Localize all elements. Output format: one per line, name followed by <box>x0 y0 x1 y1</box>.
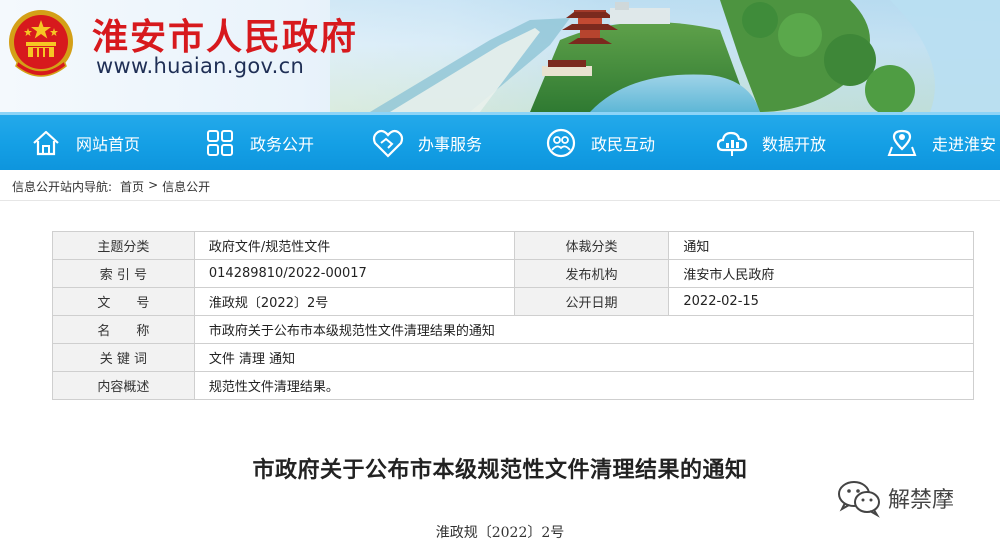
nav-item-label: 走进淮安 <box>932 134 997 154</box>
value-summary: 规范性文件清理结果。 <box>193 371 975 400</box>
breadcrumb-prefix: 信息公开站内导航: <box>12 180 113 194</box>
nav-item-label: 政民互动 <box>591 134 656 154</box>
wechat-watermark: 解禁摩 <box>836 478 954 518</box>
nav-item-label: 网站首页 <box>76 134 141 154</box>
breadcrumb-link-home[interactable]: 首页 <box>120 178 144 195</box>
table-row: 文 号 淮政规〔2022〕2号 公开日期 2022-02-15 <box>52 287 974 316</box>
label-publish-date: 公开日期 <box>513 287 670 316</box>
value-name: 市政府关于公布市本级规范性文件清理结果的通知 <box>193 315 975 344</box>
label-index-number: 索 引 号 <box>52 259 195 288</box>
nav-item-label: 办事服务 <box>418 134 483 154</box>
nav-item-home[interactable]: 网站首页 <box>28 115 140 170</box>
table-row: 内容概述 规范性文件清理结果。 <box>52 371 975 400</box>
label-topic-category: 主题分类 <box>52 231 195 260</box>
home-icon <box>28 125 64 161</box>
divider <box>0 200 1000 201</box>
value-issuing-agency: 淮安市人民政府 <box>668 259 974 288</box>
label-name: 名 称 <box>52 315 195 344</box>
watermark-text: 解禁摩 <box>888 488 955 513</box>
value-topic-category: 政府文件/规范性文件 <box>193 231 515 260</box>
wechat-icon <box>838 481 880 518</box>
label-summary: 内容概述 <box>52 371 195 400</box>
grid-icon <box>202 125 238 161</box>
city-scenery-image <box>370 0 1000 112</box>
label-issuing-agency: 发布机构 <box>513 259 670 288</box>
nav-item-gov-affairs[interactable]: 政务公开 <box>202 115 314 170</box>
label-genre-category: 体裁分类 <box>513 231 670 260</box>
nav-item-open-data[interactable]: 数据开放 <box>714 115 826 170</box>
cloud-data-icon <box>714 125 750 161</box>
breadcrumb-link-info-public[interactable]: 信息公开 <box>162 178 210 195</box>
label-document-number: 文 号 <box>52 287 195 316</box>
breadcrumb-separator: > <box>148 178 159 192</box>
table-row: 索 引 号 014289810/2022-00017 发布机构 淮安市人民政府 <box>52 259 974 288</box>
table-row: 主题分类 政府文件/规范性文件 体裁分类 通知 <box>52 231 974 260</box>
label-keywords: 关 键 词 <box>52 343 195 372</box>
site-title[interactable]: 淮安市人民政府 <box>92 8 358 60</box>
value-genre-category: 通知 <box>668 231 974 260</box>
nav-item-label: 政务公开 <box>250 134 315 154</box>
handshake-icon <box>370 125 406 161</box>
breadcrumb: 信息公开站内导航: 首页 > 信息公开 <box>12 178 210 195</box>
document-info-table: 主题分类 政府文件/规范性文件 体裁分类 通知 索 引 号 014289810/… <box>52 231 975 400</box>
value-publish-date: 2022-02-15 <box>668 287 974 316</box>
map-pin-icon <box>884 125 920 161</box>
nav-item-label: 数据开放 <box>762 134 827 154</box>
site-banner: 淮安市人民政府 www.huaian.gov.cn <box>0 0 1000 112</box>
nav-item-about-huaian[interactable]: 走进淮安 <box>884 115 996 170</box>
table-row: 名 称 市政府关于公布市本级规范性文件清理结果的通知 <box>52 315 975 344</box>
people-icon <box>543 125 579 161</box>
value-keywords: 文件 清理 通知 <box>193 343 975 372</box>
national-emblem-icon[interactable] <box>6 6 76 82</box>
value-index-number: 014289810/2022-00017 <box>193 259 515 288</box>
nav-item-services[interactable]: 办事服务 <box>370 115 482 170</box>
article-doc-number: 淮政规〔2022〕2号 <box>435 525 565 541</box>
table-row: 关 键 词 文件 清理 通知 <box>52 343 975 372</box>
nav-item-interaction[interactable]: 政民互动 <box>543 115 655 170</box>
main-nav: 网站首页 政务公开 办事服务 政民互动 数据开放 走进淮安 <box>0 112 1000 170</box>
site-domain[interactable]: www.huaian.gov.cn <box>96 54 304 78</box>
value-document-number: 淮政规〔2022〕2号 <box>193 287 515 316</box>
